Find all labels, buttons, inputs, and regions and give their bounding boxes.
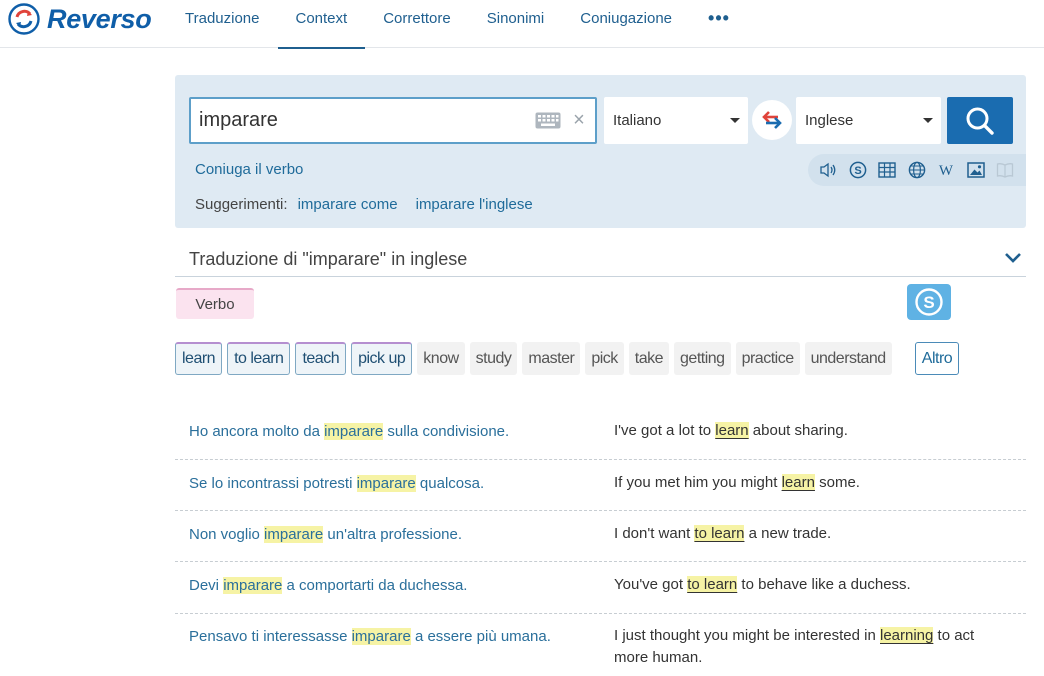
example-row: Se lo incontrassi potresti imparare qual… <box>175 460 1026 511</box>
translation-chip[interactable]: to learn <box>227 342 291 375</box>
example-target[interactable]: I just thought you might be interested i… <box>614 625 1004 669</box>
translation-chip[interactable]: understand <box>804 342 892 375</box>
table-icon[interactable] <box>877 160 897 180</box>
suggestion-link[interactable]: imparare l'inglese <box>416 196 533 213</box>
example-source[interactable]: Non voglio imparare un'altra professione… <box>189 526 462 543</box>
example-target[interactable]: If you met him you might learn some. <box>614 472 1004 494</box>
translation-chips: learn to learn teach pick up know study … <box>175 342 897 375</box>
highlighted-term: imparare <box>264 526 324 543</box>
svg-text:W: W <box>939 163 954 178</box>
nav-traduzione[interactable]: Traduzione <box>167 0 278 48</box>
svg-text:S: S <box>923 293 934 312</box>
source-language-select[interactable]: Italiano <box>604 97 748 144</box>
example-source[interactable]: Ho ancora molto da imparare sulla condiv… <box>189 423 509 440</box>
highlighted-term: imparare <box>356 475 416 492</box>
highlighted-term: imparare <box>324 423 384 440</box>
book-icon[interactable] <box>995 160 1015 180</box>
example-row: Pensavo ti interessasse imparare a esser… <box>175 614 1026 676</box>
speaker-icon[interactable] <box>818 160 838 180</box>
example-row: Ho ancora molto da imparare sulla condiv… <box>175 408 1026 460</box>
translation-chip[interactable]: getting <box>674 342 731 375</box>
swap-languages-button[interactable] <box>752 100 792 140</box>
highlighted-term: to learn <box>694 525 745 542</box>
highlighted-term: learn <box>715 422 749 439</box>
top-navigation-bar: Reverso Traduzione Context Correttore Si… <box>0 0 1044 49</box>
translation-chip[interactable]: pick <box>585 342 624 375</box>
part-of-speech-tag: Verbo <box>176 288 254 319</box>
translation-chip[interactable]: master <box>522 342 581 375</box>
skype-button[interactable]: S <box>907 284 951 320</box>
highlighted-term: to learn <box>687 576 738 593</box>
translation-chip[interactable]: know <box>417 342 465 375</box>
translation-chip[interactable]: practice <box>735 342 800 375</box>
highlighted-term: imparare <box>223 577 283 594</box>
nav-correttore[interactable]: Correttore <box>365 0 469 48</box>
example-source[interactable]: Se lo incontrassi potresti imparare qual… <box>189 475 484 492</box>
swap-icon <box>762 111 782 129</box>
nav-context[interactable]: Context <box>277 0 366 49</box>
translation-chip[interactable]: learn <box>175 342 223 375</box>
example-row: Non voglio imparare un'altra professione… <box>175 511 1026 562</box>
highlighted-term: learning <box>880 627 934 644</box>
svg-text:S: S <box>854 165 861 177</box>
brand-name: Reverso <box>47 3 152 34</box>
translation-chip[interactable]: study <box>469 342 518 375</box>
clear-input-icon[interactable]: × <box>570 110 588 130</box>
translation-chip[interactable]: teach <box>295 342 347 375</box>
search-panel: × Italiano Inglese Coniuga il verbo Sugg… <box>175 75 1026 228</box>
source-language-value: Italiano <box>613 112 662 129</box>
globe-icon[interactable] <box>907 160 927 180</box>
search-button[interactable] <box>947 97 1013 144</box>
suggestion-link[interactable]: imparare come <box>298 196 398 213</box>
skype-icon[interactable]: S <box>848 160 868 180</box>
reverso-logo[interactable]: Reverso <box>8 1 152 37</box>
target-language-value: Inglese <box>805 112 854 129</box>
nav-sinonimi[interactable]: Sinonimi <box>469 0 563 48</box>
conjugate-verb-link[interactable]: Coniuga il verbo <box>195 161 303 178</box>
target-language-select[interactable]: Inglese <box>796 97 941 144</box>
nav-more-menu[interactable]: ••• <box>690 0 748 48</box>
tool-icons-bar: S W <box>808 154 1026 186</box>
highlighted-term: imparare <box>351 628 411 645</box>
search-input[interactable] <box>199 99 519 142</box>
example-source[interactable]: Pensavo ti interessasse imparare a esser… <box>189 628 551 645</box>
wikipedia-icon[interactable]: W <box>936 160 956 180</box>
chevron-down-icon[interactable] <box>1004 252 1022 264</box>
search-icon <box>966 107 994 135</box>
example-list: Ho ancora molto da imparare sulla condiv… <box>175 408 1026 676</box>
translation-chip[interactable]: pick up <box>351 342 413 375</box>
chevron-down-icon <box>923 118 933 123</box>
example-target[interactable]: I don't want to learn a new trade. <box>614 523 1004 545</box>
example-row: Devi imparare a comportarti da duchessa.… <box>175 562 1026 614</box>
chevron-down-icon <box>730 118 740 123</box>
suggestions: Suggerimenti: imparare come imparare l'i… <box>195 196 533 213</box>
example-target[interactable]: You've got to learn to behave like a duc… <box>614 574 1004 596</box>
image-icon[interactable] <box>966 160 986 180</box>
suggestions-label: Suggerimenti: <box>195 196 288 213</box>
example-target[interactable]: I've got a lot to learn about sharing. <box>614 420 1004 442</box>
translation-chip[interactable]: take <box>628 342 670 375</box>
reverso-logo-icon <box>8 3 40 35</box>
nav-coniugazione[interactable]: Coniugazione <box>562 0 690 48</box>
translation-title: Traduzione di "imparare" in inglese <box>189 249 468 269</box>
keyboard-icon[interactable] <box>535 112 561 129</box>
highlighted-term: learn <box>781 474 815 491</box>
translation-header[interactable]: Traduzione di "imparare" in inglese <box>175 244 1026 277</box>
main-nav: Traduzione Context Correttore Sinonimi C… <box>167 0 748 49</box>
search-box: × <box>189 97 597 144</box>
more-translations-button[interactable]: Altro <box>915 342 959 375</box>
example-source[interactable]: Devi imparare a comportarti da duchessa. <box>189 577 467 594</box>
skype-icon: S <box>915 288 943 316</box>
